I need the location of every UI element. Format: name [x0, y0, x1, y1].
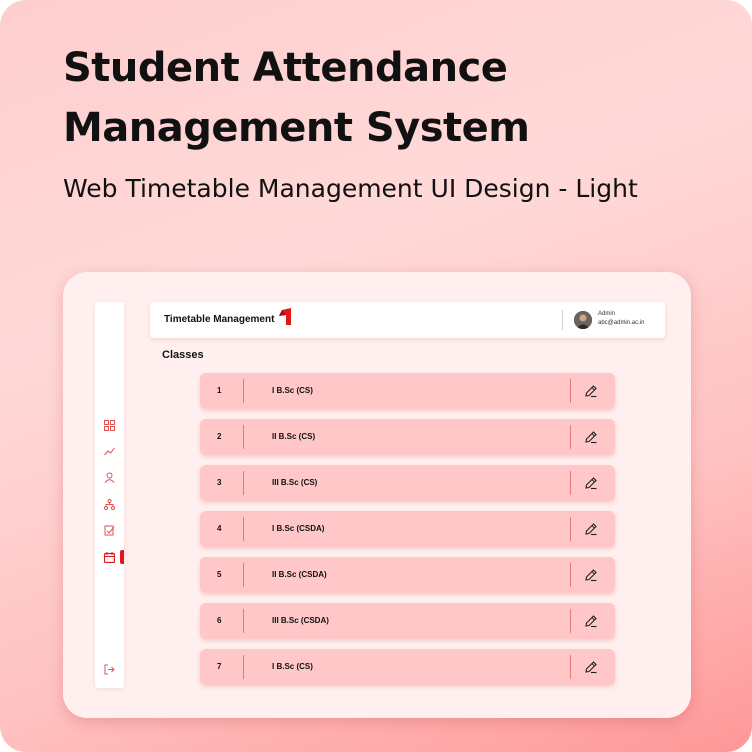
report-icon[interactable] — [104, 525, 115, 536]
row-divider — [570, 379, 571, 403]
poster-title-line-1: Student Attendance — [63, 45, 508, 91]
row-number: 7 — [217, 662, 222, 671]
edit-icon[interactable] — [584, 568, 598, 582]
hierarchy-icon[interactable] — [104, 499, 115, 510]
class-name: II B.Sc (CS) — [272, 432, 316, 441]
row-divider — [243, 425, 244, 449]
section-title: Classes — [162, 349, 204, 361]
row-divider — [243, 563, 244, 587]
row-divider — [570, 517, 571, 541]
row-divider — [570, 563, 571, 587]
page-title: Timetable Management — [164, 314, 275, 325]
row-divider — [243, 471, 244, 495]
row-number: 1 — [217, 386, 222, 395]
avatar[interactable] — [574, 311, 592, 329]
logo-icon — [279, 308, 291, 325]
table-row[interactable]: 5 II B.Sc (CSDA) — [200, 557, 615, 593]
row-divider — [243, 379, 244, 403]
row-number: 2 — [217, 432, 222, 441]
dashboard-icon[interactable] — [104, 420, 115, 431]
row-divider — [570, 655, 571, 679]
row-number: 5 — [217, 570, 222, 579]
row-divider — [243, 655, 244, 679]
calendar-icon[interactable] — [104, 552, 115, 563]
poster-background: Student Attendance Management System Web… — [0, 0, 752, 752]
poster-title-line-2: Management System — [63, 105, 530, 151]
class-name: I B.Sc (CSDA) — [272, 524, 325, 533]
table-row[interactable]: 4 I B.Sc (CSDA) — [200, 511, 615, 547]
user-role: Admin — [598, 311, 616, 317]
edit-icon[interactable] — [584, 384, 598, 398]
table-row[interactable]: 2 II B.Sc (CS) — [200, 419, 615, 455]
edit-icon[interactable] — [584, 522, 598, 536]
user-icon[interactable] — [104, 472, 115, 483]
app-window: Timetable Management Admin abc@admin.ac.… — [63, 272, 691, 718]
row-divider — [243, 609, 244, 633]
table-row[interactable]: 3 III B.Sc (CS) — [200, 465, 615, 501]
class-name: II B.Sc (CSDA) — [272, 570, 327, 579]
edit-icon[interactable] — [584, 614, 598, 628]
table-row[interactable]: 1 I B.Sc (CS) — [200, 373, 615, 409]
class-name: III B.Sc (CSDA) — [272, 616, 329, 625]
row-number: 4 — [217, 524, 222, 533]
edit-icon[interactable] — [584, 476, 598, 490]
table-row[interactable]: 6 III B.Sc (CSDA) — [200, 603, 615, 639]
poster-headline: Student Attendance Management System — [63, 38, 530, 158]
poster-subtitle: Web Timetable Management UI Design - Lig… — [63, 174, 638, 203]
row-divider — [570, 471, 571, 495]
edit-icon[interactable] — [584, 430, 598, 444]
topbar-divider — [562, 310, 563, 330]
user-photo-icon — [574, 311, 592, 329]
analytics-icon[interactable] — [104, 446, 115, 457]
class-name: I B.Sc (CS) — [272, 662, 313, 671]
logout-icon[interactable] — [104, 664, 115, 675]
edit-icon[interactable] — [584, 660, 598, 674]
sidebar — [95, 302, 124, 688]
class-name: III B.Sc (CS) — [272, 478, 318, 487]
active-indicator — [120, 550, 124, 564]
user-email: abc@admin.ac.in — [598, 320, 645, 326]
row-divider — [570, 425, 571, 449]
row-number: 6 — [217, 616, 222, 625]
class-name: I B.Sc (CS) — [272, 386, 313, 395]
top-bar: Timetable Management Admin abc@admin.ac.… — [150, 302, 665, 338]
table-row[interactable]: 7 I B.Sc (CS) — [200, 649, 615, 685]
row-divider — [570, 609, 571, 633]
row-number: 3 — [217, 478, 222, 487]
row-divider — [243, 517, 244, 541]
